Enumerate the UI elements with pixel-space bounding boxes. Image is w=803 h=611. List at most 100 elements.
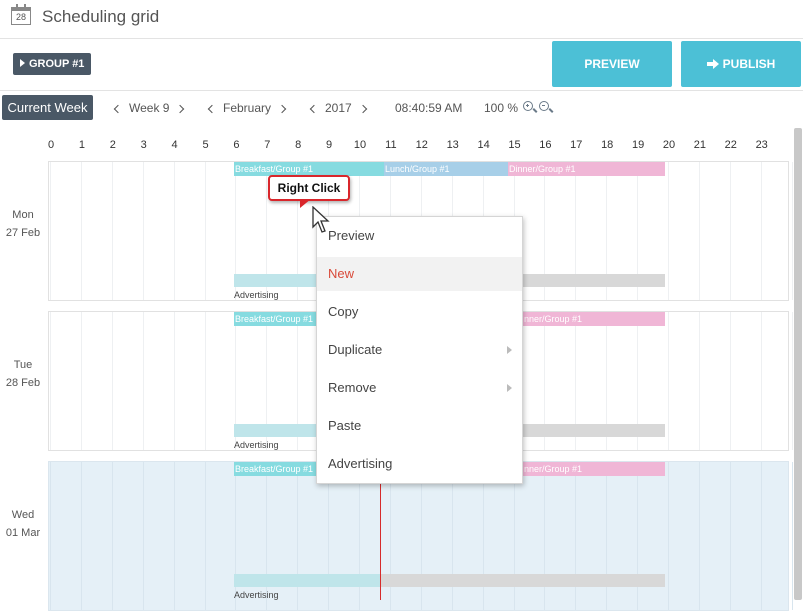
day-label-tue: Tue 28 Feb	[0, 356, 46, 392]
preview-button[interactable]: PREVIEW	[552, 41, 672, 87]
grid-line	[791, 462, 793, 610]
advertising-bar-gray[interactable]	[523, 274, 665, 287]
hour-label: 14	[477, 139, 490, 151]
grid-line	[544, 462, 546, 610]
month-label: February	[223, 101, 272, 115]
grid-line	[420, 462, 422, 610]
menu-item-label: Remove	[328, 380, 377, 395]
hour-label: 21	[693, 139, 707, 151]
calendar-icon-day: 28	[15, 12, 26, 22]
next-year-chevron-icon[interactable]	[358, 104, 367, 114]
prev-week-chevron-icon[interactable]	[113, 104, 123, 114]
hour-label: 18	[601, 139, 614, 151]
hour-label: 22	[724, 139, 737, 151]
grid-line	[760, 162, 762, 300]
advertising-bar-gray[interactable]	[523, 424, 665, 437]
menu-item-preview[interactable]: Preview	[317, 219, 522, 253]
hour-label: 5	[202, 139, 209, 151]
event-dinner[interactable]: nner/Group #1	[523, 312, 665, 326]
grid-line	[698, 162, 700, 300]
grid-line	[791, 162, 793, 300]
advertising-bar[interactable]	[234, 424, 318, 437]
next-week-chevron-icon[interactable]	[176, 104, 185, 114]
submenu-arrow-icon	[507, 346, 512, 354]
grid-line	[142, 462, 144, 610]
menu-item-label: New	[328, 266, 355, 281]
app-header: 28 Scheduling grid	[0, 0, 803, 39]
grid-line	[729, 462, 731, 610]
hour-label: 11	[385, 139, 397, 151]
grid-line	[111, 312, 113, 450]
advertising-bar[interactable]	[234, 574, 381, 587]
date: 28 Feb	[5, 377, 41, 389]
weekday: Mon	[12, 209, 34, 221]
grid-line	[729, 162, 731, 300]
menu-item-advertising[interactable]: Advertising	[317, 447, 522, 481]
advertising-label: Advertising	[234, 590, 279, 600]
grid-line	[142, 312, 144, 450]
grid-line	[80, 162, 82, 300]
zoom-level: 100 %	[484, 101, 519, 115]
current-week-button[interactable]: Current Week	[2, 95, 93, 120]
right-click-callout: Right Click	[268, 175, 350, 201]
hour-label: 13	[446, 139, 459, 151]
hour-label: 16	[539, 139, 552, 151]
year-label: 2017	[325, 101, 352, 115]
menu-item-new[interactable]: New	[317, 257, 522, 291]
grid-line	[297, 462, 299, 610]
advertising-label: Advertising	[234, 440, 279, 450]
publish-button[interactable]: PUBLISH	[681, 41, 801, 87]
grid-line	[50, 312, 51, 450]
grid-line	[328, 462, 330, 610]
menu-item-duplicate[interactable]: Duplicate	[317, 333, 522, 367]
grid-line	[204, 312, 206, 450]
prev-month-chevron-icon[interactable]	[207, 104, 217, 114]
grid-line	[111, 462, 113, 610]
event-lunch[interactable]: Lunch/Group #1	[384, 162, 508, 176]
grid-line	[668, 312, 669, 450]
grid-line	[791, 312, 793, 450]
hour-label: 9	[326, 139, 333, 151]
hour-label: 20	[662, 139, 676, 151]
zoom-out-icon[interactable]	[539, 101, 549, 111]
grid-line	[173, 312, 175, 450]
next-month-chevron-icon[interactable]	[277, 104, 287, 114]
hour-label: 12	[415, 139, 428, 151]
vertical-scrollbar[interactable]	[794, 128, 802, 600]
menu-item-copy[interactable]: Copy	[317, 295, 522, 329]
year-navigator: 2017	[309, 101, 367, 115]
hour-label: 17	[570, 139, 583, 151]
grid-line	[606, 462, 608, 610]
grid-line	[668, 462, 669, 610]
event-breakfast[interactable]: Breakfast/Group #1	[234, 462, 318, 476]
hour-label: 15	[508, 139, 521, 151]
grid-line	[111, 162, 113, 300]
day-label-wed: Wed 01 Mar	[0, 506, 46, 542]
event-breakfast[interactable]: Breakfast/Group #1	[234, 162, 384, 176]
hour-label: 23	[755, 139, 768, 151]
grid-line	[173, 162, 175, 300]
advertising-label: Advertising	[234, 290, 279, 300]
menu-item-label: Paste	[328, 418, 362, 433]
event-dinner[interactable]: Dinner/Group #1	[508, 162, 665, 176]
grid-line	[80, 312, 82, 450]
advertising-bar-gray[interactable]	[381, 574, 665, 587]
menu-item-remove[interactable]: Remove	[317, 371, 522, 405]
advertising-bar[interactable]	[234, 274, 318, 287]
hour-label: 0	[47, 139, 55, 151]
context-menu: Preview New Copy Duplicate Remove Paste …	[316, 216, 523, 484]
grid-line	[142, 162, 144, 300]
group-selector-button[interactable]: GROUP #1	[13, 53, 92, 75]
caret-right-icon	[20, 59, 25, 67]
grid-line	[50, 462, 51, 610]
event-dinner[interactable]: nner/Group #1	[523, 462, 665, 476]
event-breakfast[interactable]: Breakfast/Group #1	[234, 312, 318, 326]
toolbar-divider	[0, 90, 803, 91]
menu-item-paste[interactable]: Paste	[317, 409, 522, 443]
prev-year-chevron-icon[interactable]	[309, 104, 319, 114]
hour-label: 6	[233, 139, 240, 151]
date: 01 Mar	[5, 527, 41, 539]
current-time: 08:40:59 AM	[395, 101, 463, 115]
zoom-in-icon[interactable]	[523, 101, 533, 111]
date: 27 Feb	[5, 227, 41, 239]
